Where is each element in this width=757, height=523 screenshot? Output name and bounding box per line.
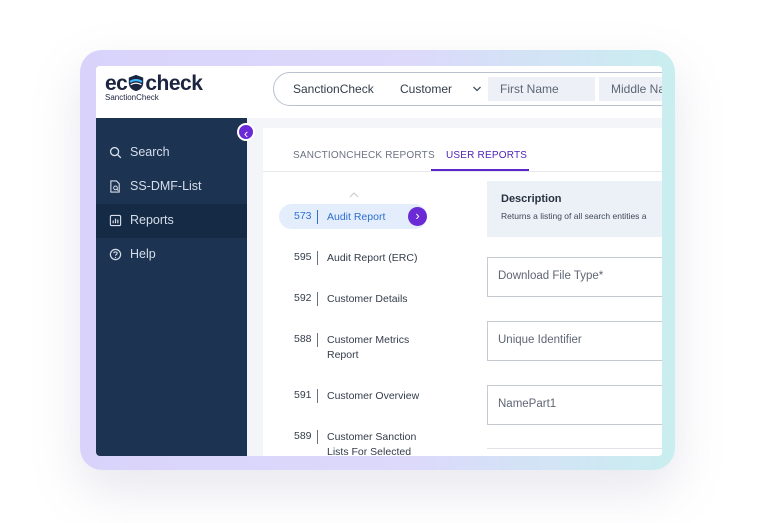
sidebar-item-ss-dmf-list[interactable]: SS-DMF-List — [96, 170, 247, 204]
main-content: SANCTIONCHECK REPORTS USER REPORTS 573 A… — [247, 118, 662, 456]
report-name: Customer Overview — [327, 390, 420, 402]
report-name: Customer Sanction Lists For Selected — [327, 431, 417, 456]
unique-identifier-placeholder: Unique Identifier — [498, 334, 582, 346]
search-pill: SanctionCheck Customer First Name Middle… — [273, 72, 662, 106]
download-file-type-select[interactable]: Download File Type* — [487, 257, 662, 297]
sidebar-item-search[interactable]: Search — [96, 136, 247, 170]
logo-subtitle: SanctionCheck — [105, 93, 159, 102]
chevron-right-icon: › — [415, 208, 420, 223]
tabs-divider — [263, 171, 662, 172]
app-window: ec check SanctionCheck Search SS-DMF-List… — [96, 66, 662, 456]
chevron-down-icon[interactable] — [472, 84, 482, 94]
name-part1-input[interactable]: NamePart1 — [487, 385, 662, 425]
report-icon — [109, 214, 122, 227]
middle-name-input[interactable]: Middle Na — [599, 77, 662, 101]
report-id: 595 — [294, 251, 312, 263]
report-id: 592 — [294, 292, 312, 304]
report-separator — [317, 430, 318, 444]
report-name: Customer Details — [327, 293, 408, 305]
name-part1-placeholder: NamePart1 — [498, 398, 557, 410]
chevron-up-icon[interactable] — [349, 192, 359, 198]
report-separator — [317, 389, 318, 403]
sidebar-item-help[interactable]: Help — [96, 238, 247, 272]
report-id: 589 — [294, 430, 312, 442]
sidebar-item-label: Help — [130, 247, 156, 261]
document-search-icon — [110, 180, 120, 193]
sidebar-collapse-button[interactable]: ‹ — [237, 123, 255, 141]
reports-panel: SANCTIONCHECK REPORTS USER REPORTS 573 A… — [263, 128, 662, 456]
report-separator — [317, 333, 318, 347]
download-file-type-placeholder: Download File Type* — [498, 270, 604, 282]
report-id: 573 — [294, 210, 312, 222]
report-name: Customer Metrics Report — [327, 334, 410, 361]
sidebar-item-label: Search — [130, 145, 170, 159]
report-separator — [317, 292, 318, 306]
form-divider — [487, 448, 662, 449]
source-selector[interactable]: SanctionCheck — [293, 82, 374, 96]
search-icon — [109, 146, 122, 159]
open-report-button[interactable]: › — [408, 207, 427, 226]
report-id: 588 — [294, 333, 312, 345]
chevron-left-icon: ‹ — [243, 126, 249, 141]
sidebar: Search SS-DMF-List Reports Help — [96, 118, 247, 456]
tab-sanctioncheck-reports[interactable]: SANCTIONCHECK REPORTS — [293, 150, 435, 161]
report-name: Audit Report (ERC) — [327, 252, 418, 264]
sidebar-item-reports[interactable]: Reports — [96, 204, 247, 238]
unique-identifier-input[interactable]: Unique Identifier — [487, 321, 662, 361]
help-icon — [109, 248, 122, 261]
shield-check-icon — [129, 74, 144, 92]
sidebar-item-label: Reports — [130, 213, 174, 227]
description-text: Returns a listing of all search entities… — [501, 211, 647, 221]
logo-area: ec check SanctionCheck — [96, 66, 247, 118]
first-name-input[interactable]: First Name — [488, 77, 595, 101]
report-separator — [317, 210, 318, 224]
entity-type-select[interactable]: Customer — [400, 82, 452, 96]
top-search-bar: SanctionCheck Customer First Name Middle… — [247, 66, 662, 119]
report-separator — [317, 251, 318, 265]
description-title: Description — [501, 193, 562, 205]
report-id: 591 — [294, 389, 312, 401]
sidebar-item-label: SS-DMF-List — [130, 179, 202, 193]
description-box: Description Returns a listing of all sea… — [487, 181, 662, 237]
tab-user-reports[interactable]: USER REPORTS — [446, 150, 527, 161]
